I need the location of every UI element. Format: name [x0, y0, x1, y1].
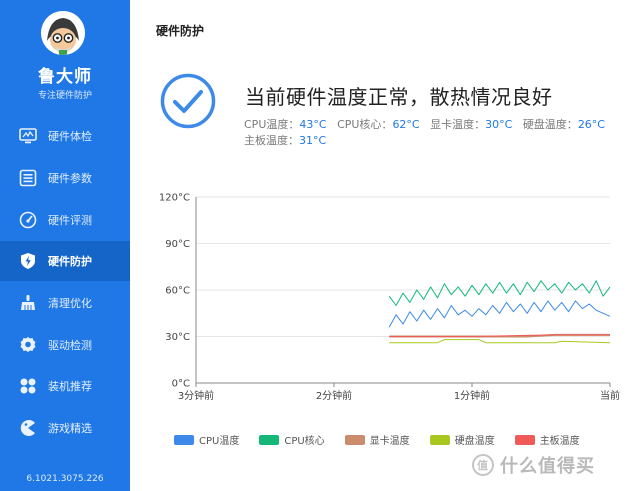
legend-item[interactable]: CPU核心 — [259, 432, 325, 447]
shield-bolt-icon — [21, 253, 35, 269]
status-headline: 当前硬件温度正常，散热情况良好 — [245, 85, 553, 109]
brand-tagline: 专注硬件防护 — [37, 91, 92, 101]
sidebar-item-label: 硬件参数 — [48, 172, 92, 185]
version-number: 6.1021.3075.226 — [26, 474, 104, 484]
legend-swatch — [344, 434, 365, 445]
gpu-temp-label: 显卡温度： — [430, 118, 486, 131]
x-tick-label: 当前 — [600, 389, 620, 402]
sidebar-item-hardware-params[interactable]: 硬件参数 — [0, 158, 130, 198]
legend-item[interactable]: 硬盘温度 — [429, 432, 495, 447]
puzzle-icon — [20, 378, 36, 394]
x-tick-label: 1分钟前 — [454, 389, 490, 402]
sidebar-item-game-selection[interactable]: 游戏精选 — [0, 408, 130, 448]
page-title: 硬件防护 — [156, 24, 205, 38]
disk-temp-value: 26°C — [577, 118, 605, 131]
series-line — [389, 339, 611, 344]
disk-temp-label: 硬盘温度： — [522, 118, 578, 131]
cpu-core-value: 62°C — [392, 118, 420, 131]
legend-swatch — [174, 434, 194, 445]
sidebar-item-hardware-protection[interactable]: 硬件防护 — [0, 241, 130, 281]
legend-label: 硬盘温度 — [454, 436, 495, 447]
cpu-core-label: CPU核心： — [337, 118, 393, 131]
sidebar-item-label: 驱动检测 — [48, 339, 92, 352]
chart-legend: CPU温度 CPU核心 显卡温度 硬盘温度 主板温度 — [174, 432, 600, 447]
sidebar-item-label: 硬件体检 — [48, 130, 92, 143]
board-temp-value: 31°C — [299, 134, 327, 147]
y-tick-label: 30°C — [165, 332, 190, 343]
y-tick-label: 0°C — [172, 379, 190, 390]
temperature-chart: 0°C 30°C 60°C 90°C 120°C 3分钟前 2分钟前 1分钟前 当前 — [159, 193, 620, 403]
watermark: 值 什么值得买 — [472, 451, 595, 479]
mascot-icon — [41, 11, 85, 55]
gear-icon — [20, 337, 36, 352]
legend-item[interactable]: CPU温度 — [174, 432, 239, 447]
list-icon — [19, 169, 37, 187]
legend-swatch — [259, 434, 280, 445]
check-circle-icon — [160, 73, 216, 129]
legend-item[interactable]: 主板温度 — [514, 432, 580, 447]
temperature-readouts: CPU温度：43°C CPU核心：62°C 显卡温度：30°C 硬盘温度：26°… — [244, 117, 614, 149]
legend-label: 显卡温度 — [369, 436, 410, 447]
sidebar-item-driver-check[interactable]: 驱动检测 — [0, 325, 130, 365]
game-icon — [20, 420, 35, 436]
sidebar-item-hardware-check[interactable]: 硬件体检 — [0, 116, 130, 156]
sidebar-item-label: 清理优化 — [48, 297, 92, 310]
series-line — [388, 300, 611, 328]
legend-label: CPU温度 — [199, 436, 240, 447]
sidebar-item-label: 硬件评测 — [48, 214, 92, 227]
y-tick-label: 90°C — [165, 239, 190, 250]
legend-swatch — [514, 434, 535, 445]
gpu-temp-value: 30°C — [485, 118, 513, 131]
x-tick-label: 2分钟前 — [316, 389, 352, 402]
board-temp-label: 主板温度： — [244, 134, 299, 147]
sidebar-item-clean-optimize[interactable]: 清理优化 — [0, 283, 130, 323]
x-tick-label: 3分钟前 — [178, 389, 214, 402]
sidebar-item-label: 游戏精选 — [48, 422, 92, 435]
broom-icon — [21, 295, 35, 310]
sidebar-item-hardware-benchmark[interactable]: 硬件评测 — [0, 200, 130, 240]
avatar[interactable] — [41, 11, 85, 55]
legend-label: CPU核心 — [284, 436, 325, 447]
cpu-temp-value: 43°C — [299, 118, 327, 131]
sidebar-item-label: 硬件防护 — [48, 255, 92, 268]
main-panel: 硬件防护 当前硬件温度正常，散热情况良好 CPU温度：43°C CPU核心：62… — [130, 0, 640, 491]
legend-label: 主板温度 — [539, 436, 580, 447]
legend-item[interactable]: 显卡温度 — [344, 432, 410, 447]
monitor-icon — [19, 128, 37, 144]
sidebar-item-label: 装机推荐 — [48, 380, 92, 393]
sidebar: 鲁大师 专注硬件防护 硬件体检 硬件参数 硬件评测 硬件防护 清理优化 驱动检测… — [0, 0, 130, 491]
watermark-text: 什么值得买 — [500, 456, 595, 477]
y-tick-label: 120°C — [159, 193, 190, 204]
watermark-logo-icon: 值 — [472, 454, 494, 476]
gauge-icon — [19, 211, 37, 229]
legend-swatch — [429, 434, 450, 445]
sidebar-item-build-recommend[interactable]: 装机推荐 — [0, 366, 130, 406]
app-window: 鲁大师 专注硬件防护 硬件体检 硬件参数 硬件评测 硬件防护 清理优化 驱动检测… — [0, 0, 640, 491]
y-tick-label: 60°C — [165, 286, 190, 297]
brand-name: 鲁大师 — [38, 67, 92, 87]
cpu-temp-label: CPU温度： — [244, 118, 300, 131]
